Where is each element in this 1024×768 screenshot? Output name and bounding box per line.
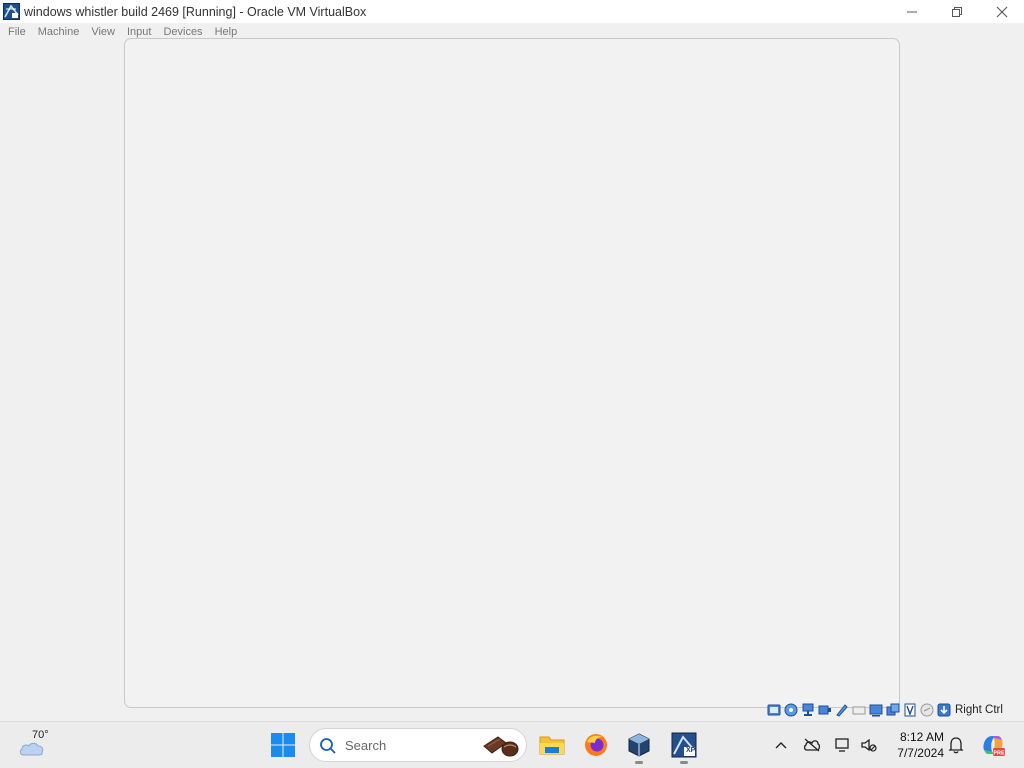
optical-drive-icon[interactable] bbox=[783, 703, 798, 718]
clock-time: 8:12 AM bbox=[899, 730, 944, 744]
vm-window-badge: XP bbox=[686, 747, 696, 754]
notifications-button[interactable] bbox=[946, 734, 966, 756]
taskbar: 70° Search XP 8:12 AM 7/7/2024 PRE bbox=[0, 721, 1024, 768]
file-explorer-button[interactable] bbox=[537, 730, 567, 760]
chevron-up-icon bbox=[775, 742, 787, 749]
weather-widget[interactable]: 70° bbox=[16, 728, 56, 762]
restore-icon bbox=[951, 6, 962, 17]
firefox-button[interactable] bbox=[581, 730, 611, 760]
svg-text:PRE: PRE bbox=[993, 751, 1005, 757]
search-input[interactable] bbox=[345, 735, 475, 755]
close-button[interactable] bbox=[979, 0, 1024, 23]
host-key-icon[interactable] bbox=[936, 703, 951, 718]
vm-display[interactable] bbox=[124, 38, 900, 708]
title-bar[interactable]: windows whistler build 2469 [Running] - … bbox=[0, 0, 1024, 23]
volume-muted-icon bbox=[861, 738, 877, 752]
virtualbox-window: windows whistler build 2469 [Running] - … bbox=[0, 0, 1024, 721]
display-icon[interactable] bbox=[851, 703, 866, 718]
menu-machine[interactable]: Machine bbox=[32, 23, 86, 42]
vm-window-button[interactable]: XP bbox=[669, 730, 699, 764]
virtualbox-app-icon bbox=[2, 3, 20, 21]
copilot-icon: PRE bbox=[983, 736, 1005, 757]
virtualbox-icon bbox=[628, 733, 650, 757]
shared-folders-icon[interactable] bbox=[834, 703, 849, 718]
maximize-button[interactable] bbox=[934, 0, 979, 23]
copilot-button[interactable]: PRE bbox=[980, 732, 1006, 758]
cpu-icon[interactable] bbox=[885, 703, 900, 718]
menu-file[interactable]: File bbox=[2, 23, 32, 42]
windows-logo-icon bbox=[271, 733, 295, 757]
video-capture-icon[interactable] bbox=[868, 703, 883, 718]
start-button[interactable] bbox=[270, 732, 296, 758]
onedrive-tray[interactable] bbox=[801, 734, 823, 756]
cloud-icon bbox=[19, 742, 44, 756]
running-indicator bbox=[680, 761, 688, 764]
bell-icon bbox=[948, 737, 964, 754]
minimize-button[interactable] bbox=[889, 0, 934, 23]
close-icon bbox=[996, 6, 1007, 17]
cloud-offline-icon bbox=[803, 738, 821, 752]
running-indicator bbox=[635, 761, 643, 764]
window-title: windows whistler build 2469 [Running] - … bbox=[24, 4, 367, 19]
virtualbox-button[interactable] bbox=[624, 730, 654, 764]
weather-temperature: 70° bbox=[32, 729, 49, 741]
menu-view[interactable]: View bbox=[85, 23, 121, 42]
keyboard-icon[interactable] bbox=[919, 703, 934, 718]
clock-date: 7/7/2024 bbox=[897, 746, 944, 760]
show-hidden-icons-button[interactable] bbox=[772, 734, 790, 756]
network-tray[interactable] bbox=[832, 734, 854, 756]
network-icon[interactable] bbox=[800, 703, 815, 718]
firefox-icon bbox=[585, 734, 607, 756]
file-explorer-icon bbox=[539, 736, 565, 755]
usb-icon[interactable] bbox=[817, 703, 832, 718]
volume-tray[interactable] bbox=[858, 734, 880, 756]
search-icon bbox=[320, 738, 336, 754]
minimize-icon bbox=[906, 11, 917, 12]
network-status-icon bbox=[835, 738, 849, 752]
search-highlight-icon[interactable] bbox=[482, 734, 522, 758]
mouse-integration-icon[interactable] bbox=[902, 703, 917, 718]
system-clock[interactable]: 8:12 AM 7/7/2024 bbox=[888, 729, 944, 761]
vm-window-icon bbox=[671, 732, 697, 758]
taskbar-search[interactable] bbox=[309, 728, 527, 762]
host-key-label: Right Ctrl bbox=[955, 704, 1003, 716]
hard-disk-icon[interactable] bbox=[766, 703, 781, 718]
vm-status-bar: Right Ctrl bbox=[766, 701, 1024, 719]
